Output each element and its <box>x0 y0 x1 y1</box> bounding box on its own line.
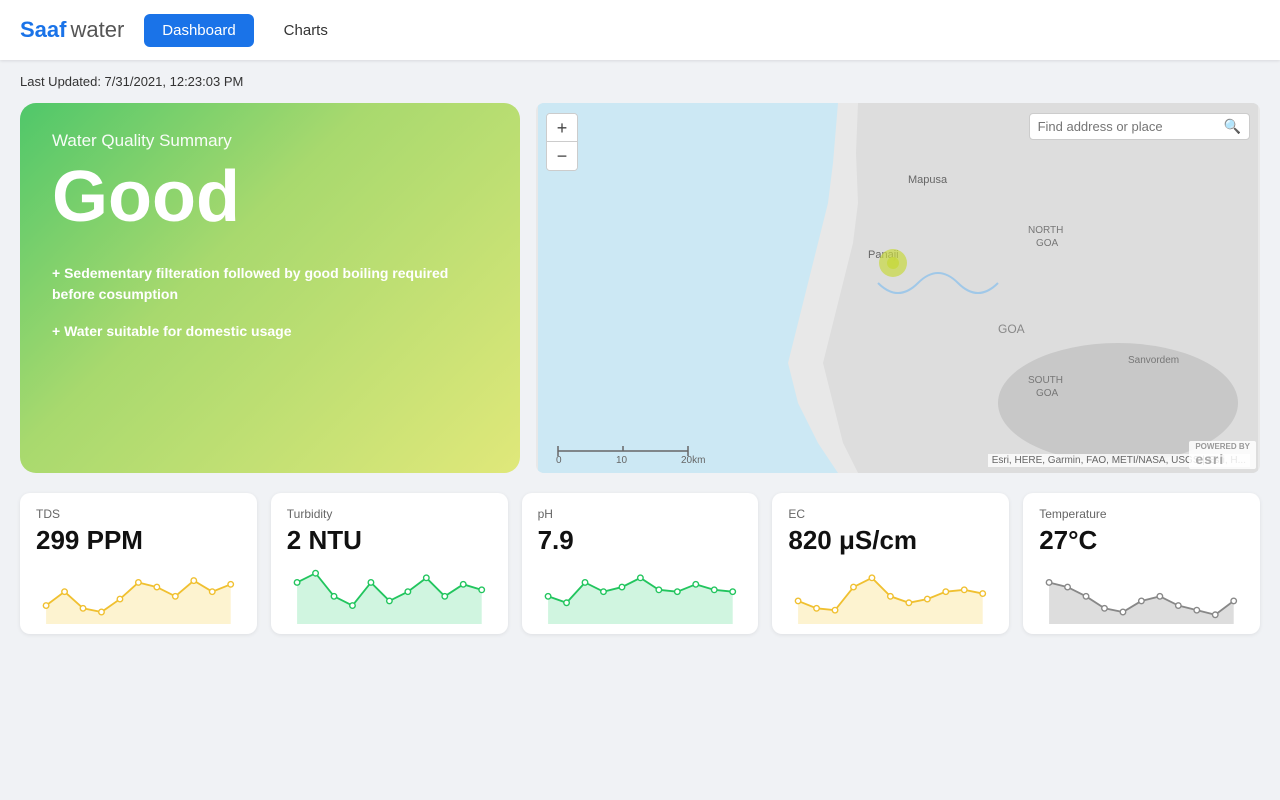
svg-text:10: 10 <box>616 455 628 466</box>
search-icon[interactable]: 🔍 <box>1224 118 1241 135</box>
metric-label-ph: pH <box>538 507 743 521</box>
metric-card-tds: TDS 299 PPM <box>20 493 257 634</box>
metric-chart-ec <box>788 564 993 624</box>
quality-card-title: Water Quality Summary <box>52 131 488 151</box>
svg-text:SOUTH: SOUTH <box>1028 375 1063 386</box>
metric-label-ec: EC <box>788 507 993 521</box>
svg-text:Sanvordem: Sanvordem <box>1128 355 1179 366</box>
svg-text:0: 0 <box>556 455 562 466</box>
svg-text:GOA: GOA <box>1036 388 1059 399</box>
map-search-bar[interactable]: 🔍 <box>1029 113 1250 140</box>
metric-value-ec: 820 μS/cm <box>788 525 993 556</box>
map-zoom-out-button[interactable]: − <box>547 142 577 170</box>
metric-chart-ph <box>538 564 743 624</box>
dashboard-nav-button[interactable]: Dashboard <box>144 14 253 47</box>
quality-note-2: + Water suitable for domestic usage <box>52 321 488 342</box>
metric-value-ph: 7.9 <box>538 525 743 556</box>
metric-chart-tds <box>36 564 241 624</box>
metric-value-temperature: 27°C <box>1039 525 1244 556</box>
logo-water: water <box>70 17 124 43</box>
svg-text:GOA: GOA <box>1036 238 1059 249</box>
map-svg: Mapusa NORTH GOA SOUTH GOA GOA Sanvordem… <box>536 103 1260 473</box>
svg-text:20km: 20km <box>681 455 705 466</box>
metric-card-turbidity: Turbidity 2 NTU <box>271 493 508 634</box>
esri-logo: POWERED BY esri <box>1189 441 1256 469</box>
metric-card-ec: EC 820 μS/cm <box>772 493 1009 634</box>
last-updated-text: Last Updated: 7/31/2021, 12:23:03 PM <box>20 74 1260 89</box>
quality-note-1: + Sedementary filteration followed by go… <box>52 263 488 305</box>
logo: Saaf water <box>20 17 124 43</box>
metric-card-temperature: Temperature 27°C <box>1023 493 1260 634</box>
metric-card-ph: pH 7.9 <box>522 493 759 634</box>
logo-saaf: Saaf <box>20 17 66 43</box>
metric-value-tds: 299 PPM <box>36 525 241 556</box>
map-search-input[interactable] <box>1038 119 1218 134</box>
metric-label-temperature: Temperature <box>1039 507 1244 521</box>
metric-label-turbidity: Turbidity <box>287 507 492 521</box>
water-quality-card: Water Quality Summary Good + Sedementary… <box>20 103 520 473</box>
metric-chart-turbidity <box>287 564 492 624</box>
map-zoom-in-button[interactable]: + <box>547 114 577 142</box>
main-content: Last Updated: 7/31/2021, 12:23:03 PM Wat… <box>0 60 1280 664</box>
svg-text:GOA: GOA <box>998 322 1025 336</box>
metric-chart-temperature <box>1039 564 1244 624</box>
map-zoom-controls: + − <box>546 113 578 171</box>
metric-value-turbidity: 2 NTU <box>287 525 492 556</box>
top-row: Water Quality Summary Good + Sedementary… <box>20 103 1260 473</box>
map-container: Mapusa NORTH GOA SOUTH GOA GOA Sanvordem… <box>536 103 1260 473</box>
svg-text:Mapusa: Mapusa <box>908 174 948 186</box>
quality-status: Good <box>52 161 488 233</box>
charts-nav-button[interactable]: Charts <box>274 14 338 47</box>
metrics-row: TDS 299 PPM Turbidity 2 NTU pH 7.9 EC 820 μS/cm… <box>20 493 1260 634</box>
app-header: Saaf water Dashboard Charts <box>0 0 1280 60</box>
svg-text:NORTH: NORTH <box>1028 225 1063 236</box>
metric-label-tds: TDS <box>36 507 241 521</box>
